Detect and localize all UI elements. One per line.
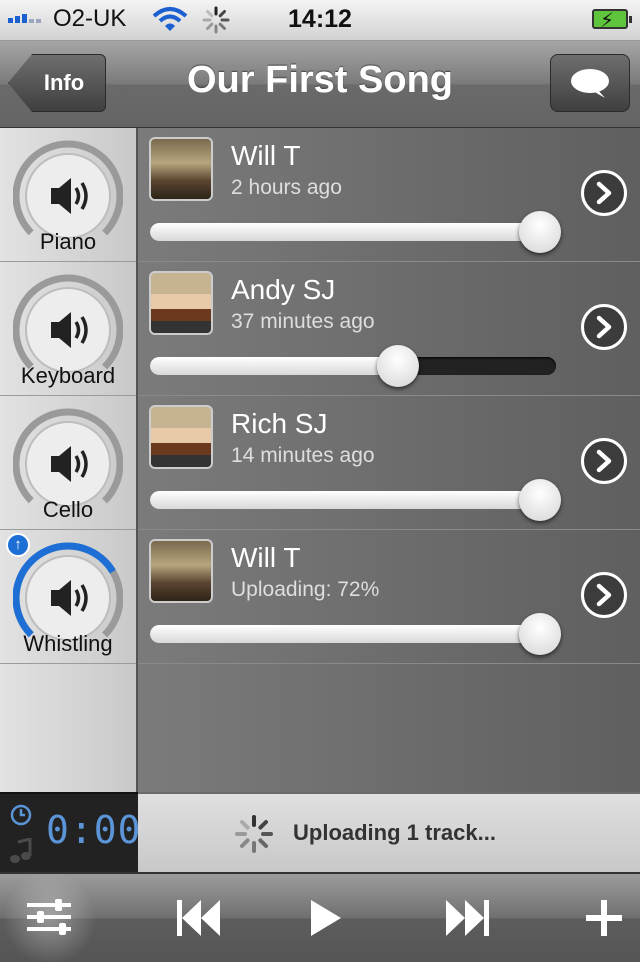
bottom-toolbar	[0, 872, 640, 962]
user-name: Will T	[231, 140, 301, 171]
loading-spinner-icon	[235, 815, 273, 853]
user-name: Rich SJ	[231, 408, 328, 439]
volume-slider[interactable]	[150, 211, 561, 253]
track-details[interactable]: Rich SJ 14 minutes ago	[138, 396, 640, 530]
user-avatar	[149, 539, 213, 603]
track-status: 37 minutes ago	[231, 310, 375, 333]
volume-knob[interactable]	[13, 138, 123, 238]
status-time: 14:12	[288, 5, 352, 33]
instrument-volume-knob[interactable]: Piano	[0, 128, 136, 262]
chevron-right-icon	[596, 449, 612, 473]
navigation-bar: Info Our First Song	[0, 41, 640, 129]
track-status: Uploading: 72%	[231, 578, 380, 601]
upload-status-bar: Uploading 1 track...	[138, 794, 640, 872]
instrument-volume-knob[interactable]: Keyboard	[0, 262, 136, 396]
user-avatar	[149, 271, 213, 335]
add-track-button[interactable]	[580, 892, 628, 944]
volume-slider-thumb[interactable]	[377, 345, 419, 387]
upload-status-text: Uploading 1 track...	[293, 820, 496, 845]
fast-forward-button[interactable]	[440, 892, 496, 944]
chevron-right-icon	[596, 181, 612, 205]
timer-value: 0:00	[46, 808, 142, 852]
fast-forward-icon	[446, 900, 489, 936]
instrument-volume-knob[interactable]: Cello	[0, 396, 136, 530]
user-avatar	[149, 137, 213, 201]
status-bar: O2-UK 14:12 ⚡	[0, 0, 640, 41]
track-status: 2 hours ago	[231, 176, 342, 199]
volume-slider[interactable]	[150, 479, 561, 521]
battery-icon: ⚡	[592, 9, 632, 32]
volume-slider[interactable]	[150, 345, 556, 387]
track-row: Keyboard Andy SJ 37 minutes ago	[0, 262, 640, 396]
track-row: ↑ Whistling Will T Uploading: 72%	[0, 530, 640, 664]
volume-slider-fill	[150, 223, 540, 241]
volume-slider-fill	[150, 357, 398, 375]
track-details[interactable]: Will T 2 hours ago	[138, 128, 640, 262]
play-button[interactable]	[300, 892, 350, 944]
user-name: Will T	[231, 542, 301, 573]
chat-button[interactable]	[550, 54, 630, 112]
volume-slider[interactable]	[150, 613, 561, 655]
volume-knob[interactable]	[13, 540, 123, 640]
detail-disclosure-button[interactable]	[581, 572, 627, 618]
timer-display: 0:00	[0, 792, 141, 874]
volume-slider-fill	[150, 491, 540, 509]
chevron-right-icon	[596, 583, 612, 607]
volume-slider-thumb[interactable]	[519, 479, 561, 521]
volume-slider-thumb[interactable]	[519, 211, 561, 253]
detail-disclosure-button[interactable]	[581, 304, 627, 350]
mixer-button[interactable]	[24, 892, 74, 942]
volume-slider-fill	[150, 625, 540, 643]
page-title: Our First Song	[187, 59, 453, 101]
add-icon	[586, 900, 622, 936]
mixer-icon	[27, 899, 71, 935]
track-status: 14 minutes ago	[231, 444, 375, 467]
play-icon	[311, 900, 341, 936]
volume-slider-thumb[interactable]	[519, 613, 561, 655]
volume-knob[interactable]	[13, 406, 123, 506]
user-avatar	[149, 405, 213, 469]
rewind-icon	[177, 900, 220, 936]
user-name: Andy SJ	[231, 274, 336, 305]
track-row: Cello Rich SJ 14 minutes ago	[0, 396, 640, 530]
chevron-right-icon	[596, 315, 612, 339]
instrument-label: Whistling	[23, 631, 113, 656]
rewind-button[interactable]	[170, 892, 226, 944]
clock-icon	[10, 804, 32, 826]
instrument-label: Keyboard	[20, 363, 116, 388]
instrument-volume-knob[interactable]: ↑ Whistling	[0, 530, 136, 664]
instrument-label: Cello	[42, 497, 94, 522]
detail-disclosure-button[interactable]	[581, 438, 627, 484]
track-row: Piano Will T 2 hours ago	[0, 128, 640, 262]
instrument-label: Piano	[39, 229, 97, 254]
detail-disclosure-button[interactable]	[581, 170, 627, 216]
track-details[interactable]: Will T Uploading: 72%	[138, 530, 640, 664]
upload-arrow-icon: ↑	[6, 533, 30, 557]
speech-bubble-icon	[571, 69, 609, 98]
music-note-icon	[10, 838, 32, 863]
volume-knob[interactable]	[13, 272, 123, 372]
track-details[interactable]: Andy SJ 37 minutes ago	[138, 262, 640, 396]
